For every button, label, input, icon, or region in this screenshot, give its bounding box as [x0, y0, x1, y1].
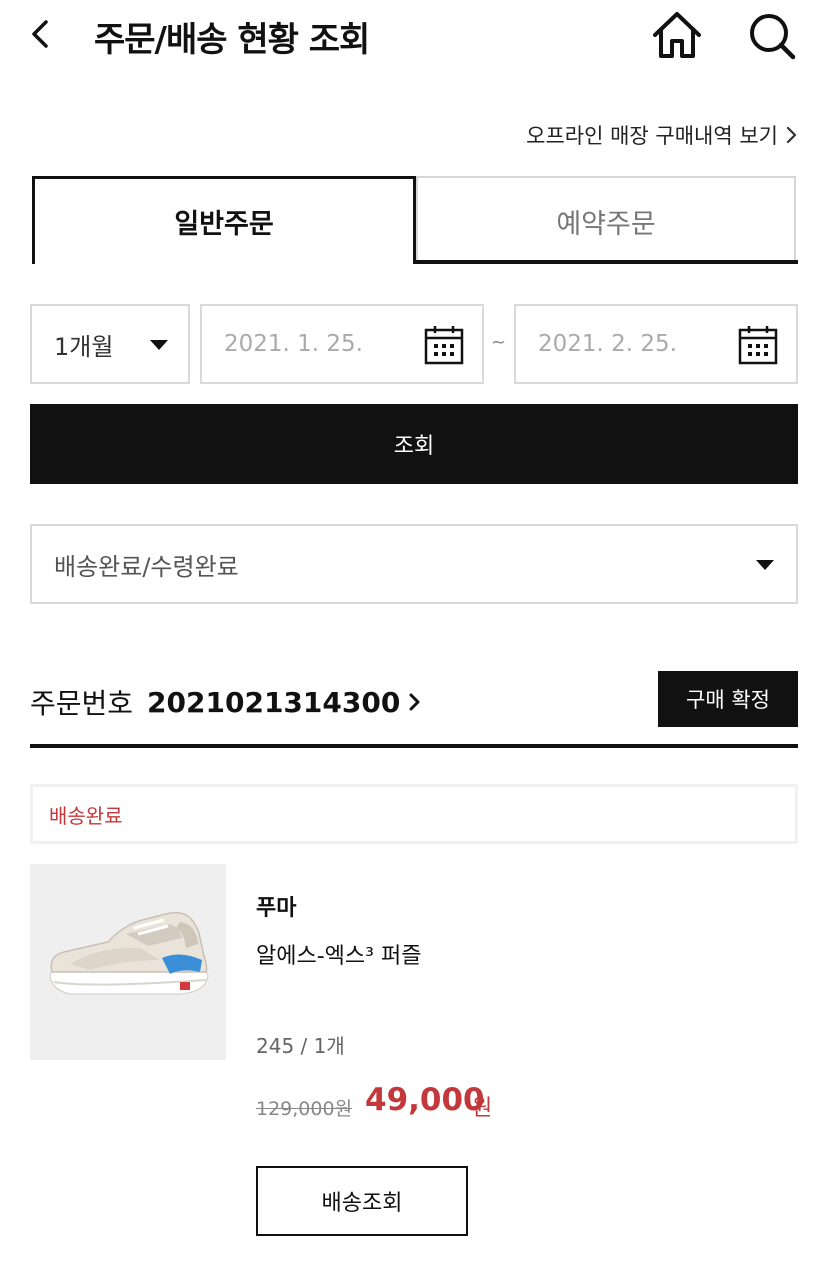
search-button[interactable] — [744, 8, 798, 62]
search-submit-button[interactable]: 조회 — [30, 404, 798, 484]
calendar-icon[interactable] — [424, 325, 464, 365]
tab-underline — [416, 260, 798, 264]
app-header: 주문/배송 현황 조회 — [0, 0, 828, 80]
calendar-icon[interactable] — [738, 325, 778, 365]
chevron-right-icon — [786, 126, 797, 144]
product-image[interactable] — [30, 864, 226, 1060]
order-number-link[interactable]: 주문번호 2021021314300 — [30, 682, 422, 722]
order-number: 2021021314300 — [147, 685, 401, 719]
delivery-status-select[interactable]: 배송완료/수령완료 — [30, 524, 798, 604]
tab-reservation-order[interactable]: 예약주문 — [416, 176, 796, 264]
chevron-right-icon — [409, 693, 420, 711]
order-number-prefix: 주문번호 — [30, 687, 134, 720]
chevron-left-icon — [32, 20, 48, 48]
delivery-status-value: 배송완료/수령완료 — [54, 552, 239, 581]
period-value: 1개월 — [54, 332, 114, 361]
offline-purchase-link[interactable]: 오프라인 매장 구매내역 보기 — [526, 120, 798, 150]
confirm-purchase-button[interactable]: 구매 확정 — [658, 671, 798, 727]
product-brand: 푸마 — [256, 896, 297, 921]
sneaker-image — [30, 864, 226, 1060]
page-title: 주문/배송 현황 조회 — [94, 20, 370, 60]
track-delivery-button[interactable]: 배송조회 — [256, 1166, 468, 1236]
product-option: 245 / 1개 — [256, 1034, 345, 1058]
product-name[interactable]: 알에스-엑스³ 퍼즐 — [256, 938, 421, 970]
sale-price: 49,000 — [365, 1082, 485, 1118]
order-header: 주문번호 2021021314300 구매 확정 — [30, 670, 798, 748]
sale-price-unit: 원 — [472, 1096, 493, 1121]
status-badge: 배송완료 — [30, 784, 798, 844]
end-date-value: 2021. 2. 25. — [538, 331, 677, 357]
order-status-text: 배송완료 — [49, 803, 123, 828]
order-type-tabs: 일반주문 예약주문 — [30, 176, 798, 264]
caret-down-icon — [756, 560, 774, 570]
caret-down-icon — [150, 340, 168, 350]
search-icon — [750, 14, 796, 60]
back-button[interactable] — [22, 14, 62, 54]
home-icon — [653, 12, 701, 58]
original-price: 129,000원 — [256, 1098, 353, 1120]
date-separator: ~ — [491, 332, 507, 353]
start-date-field[interactable]: 2021. 1. 25. — [200, 304, 484, 384]
home-button[interactable] — [650, 8, 704, 62]
tab-general-order[interactable]: 일반주문 — [32, 176, 416, 264]
start-date-value: 2021. 1. 25. — [224, 331, 363, 357]
period-select[interactable]: 1개월 — [30, 304, 190, 384]
end-date-field[interactable]: 2021. 2. 25. — [514, 304, 798, 384]
offline-purchase-label: 오프라인 매장 구매내역 보기 — [526, 124, 778, 148]
